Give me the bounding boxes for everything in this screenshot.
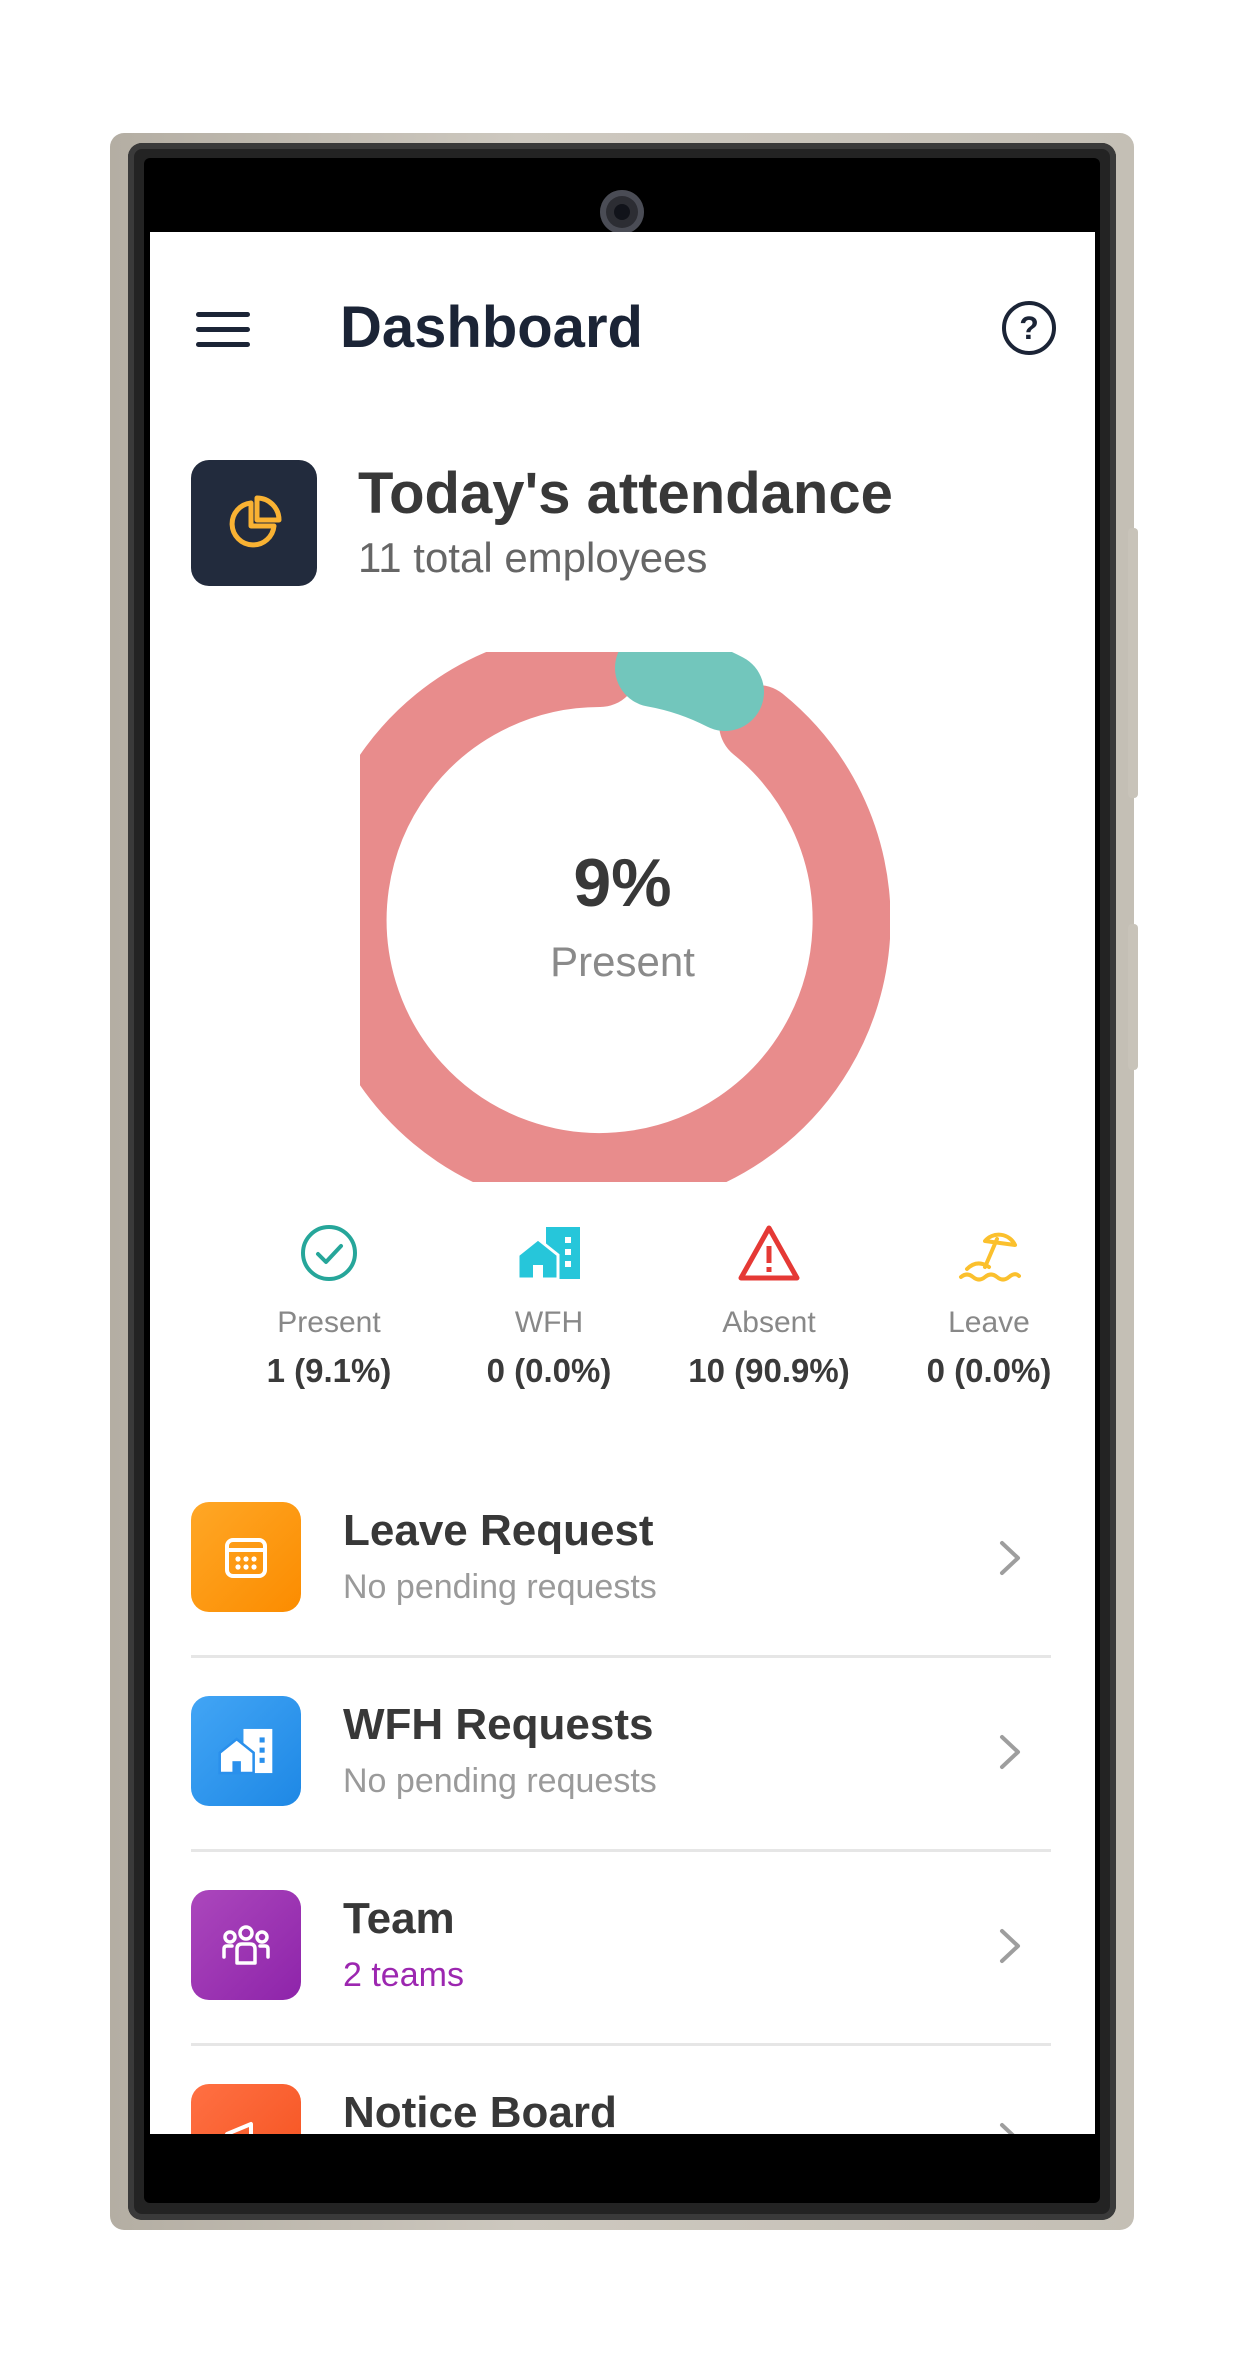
stat-label: Absent — [722, 1306, 816, 1339]
group-icon — [191, 1890, 301, 2000]
present-percent: 9% — [573, 845, 672, 921]
stat-label: Leave — [948, 1306, 1030, 1339]
page-title: Dashboard — [340, 295, 643, 360]
stat-label: WFH — [514, 1306, 584, 1339]
calendar-icon — [191, 1502, 301, 1612]
stat-value: 10 (90.9%) — [688, 1352, 850, 1389]
megaphone-icon — [191, 2084, 301, 2134]
stat-value: 1 (9.1%) — [266, 1352, 392, 1389]
menu-title: Team — [343, 1894, 455, 1943]
stat-wfh: WFH 0 (0.0%) — [439, 1222, 659, 1390]
phone-power-button — [1128, 528, 1138, 798]
phone-volume-button — [1128, 924, 1138, 1070]
menu-subtitle: No pending requests — [343, 1762, 657, 1800]
donut-present-segment — [615, 652, 764, 731]
attendance-title: Today's attendance — [358, 461, 893, 526]
home-work-icon — [439, 1222, 659, 1284]
menu-title: WFH Requests — [343, 1700, 654, 1749]
stat-value: 0 (0.0%) — [486, 1352, 612, 1389]
stat-value: 0 (0.0%) — [926, 1352, 1052, 1389]
stat-present: Present 1 (9.1%) — [219, 1222, 439, 1390]
beach-umbrella-icon — [879, 1222, 1095, 1284]
present-percent-label: Present — [550, 938, 695, 985]
menu-row-team[interactable]: Team 2 teams — [191, 1852, 1051, 2046]
menu-row-notice-board[interactable]: Notice Board — [191, 2046, 1051, 2134]
front-camera — [600, 190, 644, 234]
menu-row-wfh-requests[interactable]: WFH Requests No pending requests — [191, 1658, 1051, 1852]
chevron-right-icon — [1000, 1541, 1020, 1575]
stat-leave: Leave 0 (0.0%) — [879, 1222, 1095, 1390]
menu-row-leave-request[interactable]: Leave Request No pending requests — [191, 1464, 1051, 1658]
screen: Dashboard ? Today's attendance 11 total … — [150, 232, 1095, 2134]
menu-title: Notice Board — [343, 2088, 617, 2134]
chevron-right-icon — [1000, 1735, 1020, 1769]
chevron-right-icon — [1000, 1929, 1020, 1963]
pie-chart-icon — [191, 460, 317, 586]
help-icon[interactable]: ? — [1002, 301, 1056, 355]
menu-subtitle: No pending requests — [343, 1568, 657, 1606]
warning-icon — [659, 1222, 879, 1284]
check-circle-icon — [219, 1222, 439, 1284]
stat-label: Present — [277, 1306, 381, 1339]
home-work-icon — [191, 1696, 301, 1806]
attendance-subtitle: 11 total employees — [358, 534, 708, 581]
menu-subtitle: 2 teams — [343, 1956, 464, 1994]
chevron-right-icon — [1000, 2123, 1015, 2134]
hamburger-menu-icon[interactable] — [196, 312, 250, 352]
stat-absent: Absent 10 (90.9%) — [659, 1222, 879, 1390]
menu-title: Leave Request — [343, 1506, 654, 1555]
